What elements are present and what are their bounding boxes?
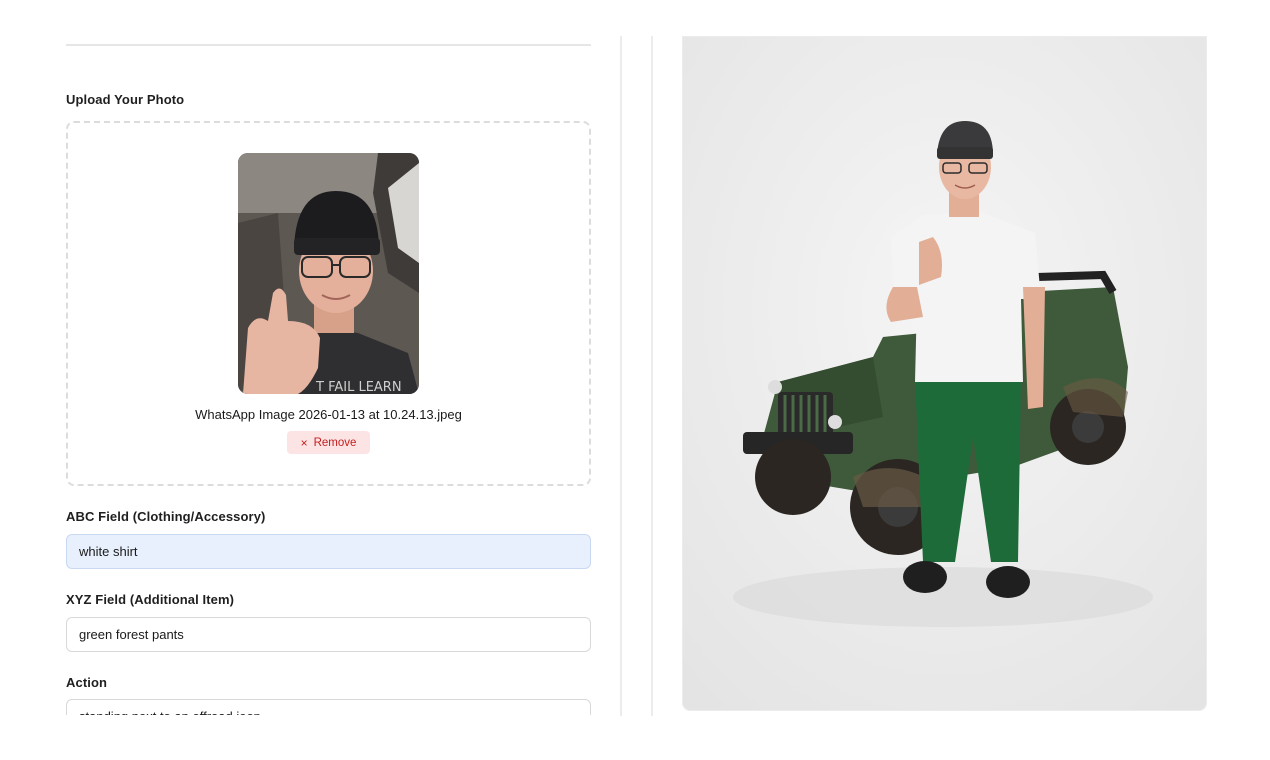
photo-dropzone[interactable]: T FAIL LEARN WhatsApp Image 2026-01-13 a…: [66, 121, 591, 486]
generated-result-image: [682, 36, 1207, 711]
action-field-label: Action: [66, 675, 108, 690]
abc-field-label: ABC Field (Clothing/Accessory): [66, 509, 266, 524]
close-icon: ×: [300, 435, 308, 450]
photo-form: Upload Your Photo T FAIL LEARN WhatsApp …: [66, 0, 591, 715]
abc-field-input[interactable]: white shirt: [66, 534, 591, 569]
upload-label: Upload Your Photo: [66, 92, 185, 107]
xyz-field-label: XYZ Field (Additional Item): [66, 592, 235, 607]
panel-divider-right: [651, 36, 653, 716]
action-field-input[interactable]: standing next to an offroad jeep: [66, 699, 591, 715]
panel-divider-left: [620, 36, 622, 716]
uploaded-photo-thumbnail: T FAIL LEARN: [238, 153, 419, 394]
svg-text:T FAIL LEARN: T FAIL LEARN: [315, 380, 402, 394]
uploaded-file-name: WhatsApp Image 2026-01-13 at 10.24.13.jp…: [195, 407, 462, 422]
remove-label: Remove: [313, 436, 357, 449]
section-divider: [66, 44, 591, 46]
app-page: Upload Your Photo T FAIL LEARN WhatsApp …: [0, 0, 1270, 760]
remove-photo-button[interactable]: × Remove: [287, 431, 370, 454]
xyz-field-input[interactable]: green forest pants: [66, 617, 591, 652]
